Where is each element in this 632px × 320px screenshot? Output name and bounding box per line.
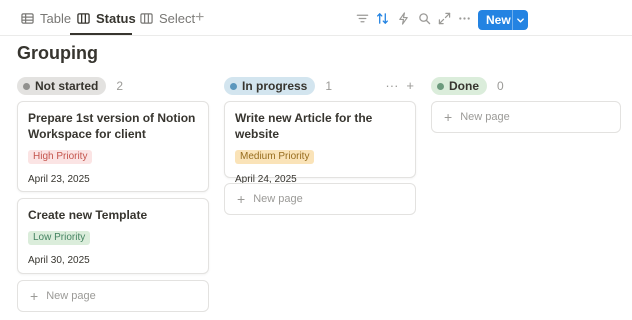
status-label: Done: [449, 79, 479, 93]
view-tab-status[interactable]: Status: [77, 8, 136, 28]
plus-icon: +: [30, 288, 39, 304]
automation-icon[interactable]: [396, 11, 410, 25]
column-count: 1: [325, 79, 333, 93]
new-page-label: New page: [460, 111, 510, 123]
column-header: In progress 1 ··· +: [224, 76, 416, 96]
plus-icon[interactable]: +: [406, 78, 414, 93]
card-title: Create new Template: [28, 208, 148, 222]
status-dot: [23, 82, 30, 90]
filter-icon[interactable]: [355, 11, 369, 25]
more-icon[interactable]: ···: [385, 78, 398, 93]
new-page-button[interactable]: + New page: [17, 280, 209, 312]
chevron-down-icon[interactable]: [513, 16, 528, 25]
card-title: Write new Article for the website: [235, 111, 373, 141]
status-label: Not started: [35, 79, 99, 93]
new-page-button[interactable]: + New page: [224, 183, 416, 215]
plus-icon: +: [237, 191, 246, 207]
new-page-label: New page: [46, 290, 96, 302]
card-title: Prepare 1st version of Notion Workspace …: [28, 111, 196, 141]
new-page-label: New page: [253, 193, 303, 205]
priority-tag: High Priority: [28, 150, 93, 164]
status-pill[interactable]: In progress: [224, 77, 316, 95]
status-label: In progress: [242, 79, 308, 93]
add-view-button[interactable]: +: [195, 8, 204, 28]
new-page-button[interactable]: + New page: [431, 101, 621, 133]
view-tab-table[interactable]: Table: [21, 8, 71, 28]
board-column-done: Done 0 + New page: [431, 76, 623, 133]
view-tab-label: Select: [159, 10, 196, 26]
column-header: Not started 2: [17, 76, 209, 96]
board-card[interactable]: Write new Article for the website Medium…: [224, 101, 416, 185]
expand-icon[interactable]: [437, 11, 451, 25]
column-count: 2: [116, 79, 124, 93]
column-actions: ··· +: [385, 78, 414, 93]
board-card[interactable]: Prepare 1st version of Notion Workspace …: [17, 101, 209, 192]
column-header: Done 0: [431, 76, 623, 96]
priority-tag: Low Priority: [28, 231, 91, 245]
board-icon: [77, 12, 90, 24]
more-icon[interactable]: [457, 11, 471, 25]
table-icon: [21, 12, 34, 24]
column-count: 0: [497, 79, 504, 93]
status-pill[interactable]: Not started: [17, 77, 107, 95]
card-date: April 23, 2025: [28, 174, 90, 185]
active-tab-indicator: [70, 33, 132, 35]
view-tab-label: Status: [96, 10, 136, 26]
board-column-in-progress: In progress 1 ··· + Write new Article fo…: [224, 76, 416, 215]
status-dot: [437, 82, 444, 90]
priority-tag: Medium Priority: [235, 150, 315, 164]
page-title: Grouping: [17, 43, 98, 63]
sort-icon[interactable]: [375, 11, 389, 25]
search-icon[interactable]: [417, 11, 431, 25]
view-toolbar: Table Status Select + New: [0, 0, 632, 36]
view-tab-select[interactable]: Select: [140, 8, 195, 28]
plus-icon: +: [444, 109, 453, 125]
board-icon: [140, 12, 153, 24]
card-date: April 30, 2025: [28, 255, 90, 266]
board-card[interactable]: Create new Template Low Priority April 3…: [17, 198, 209, 274]
board-column-not-started: Not started 2 Prepare 1st version of Not…: [17, 76, 209, 312]
status-dot: [230, 82, 237, 90]
status-pill[interactable]: Done: [431, 77, 487, 95]
new-button-label: New: [486, 13, 511, 27]
new-button[interactable]: New: [478, 10, 528, 30]
view-tab-label: Table: [40, 10, 72, 26]
